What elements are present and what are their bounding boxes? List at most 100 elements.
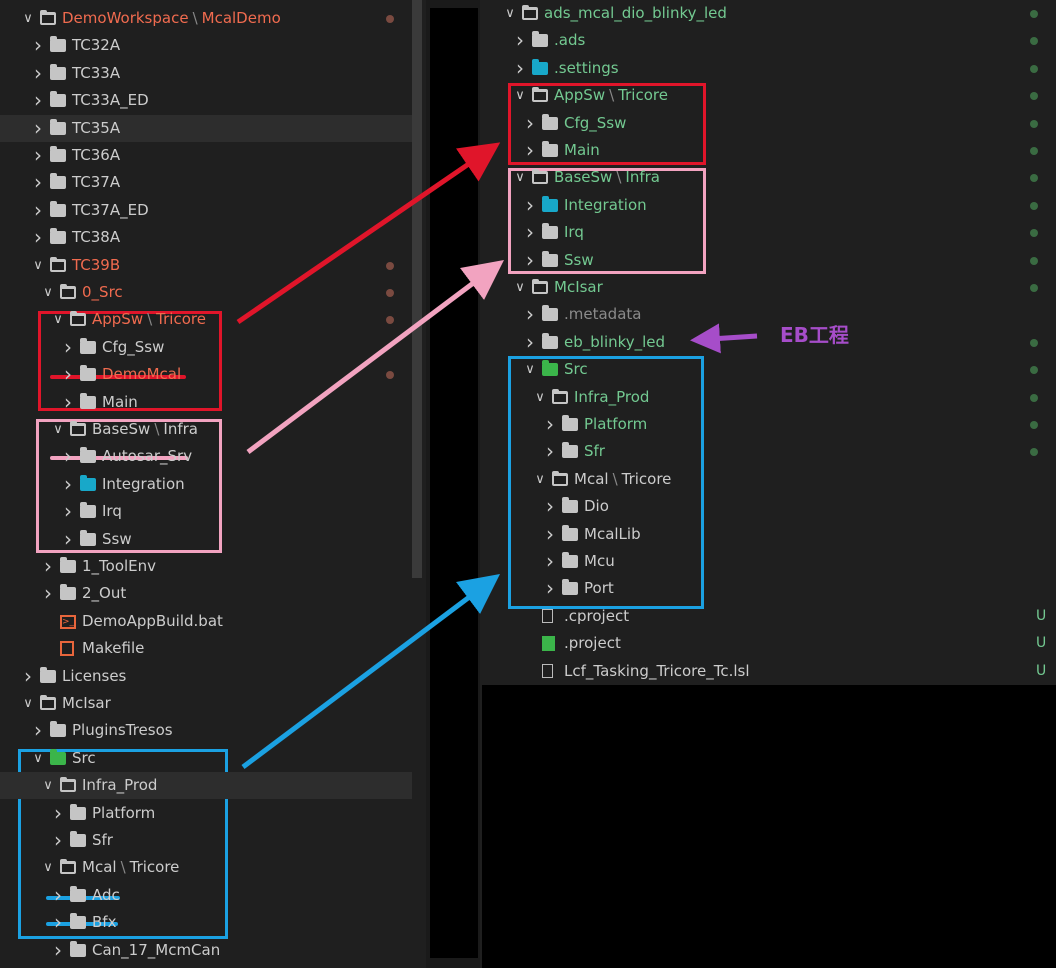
chevron-right-icon[interactable]: › [30,142,46,169]
left-tree-row[interactable]: › Platform [0,800,412,827]
chevron-down-icon[interactable]: ∨ [50,306,66,333]
chevron-right-icon[interactable]: › [40,553,56,580]
right-tree-row[interactable]: ∨ AppSw \ Tricore [482,82,1056,109]
chevron-down-icon[interactable]: ∨ [522,356,538,383]
chevron-right-icon[interactable]: › [30,717,46,744]
chevron-right-icon[interactable]: › [522,137,538,164]
left-tree-row[interactable]: › TC38A [0,224,412,251]
chevron-down-icon[interactable]: ∨ [20,5,36,32]
chevron-right-icon[interactable]: › [30,115,46,142]
right-tree-row[interactable]: .cproject U [482,603,1056,630]
left-tree-row[interactable]: › Irq [0,498,412,525]
left-tree-row[interactable]: ∨ Infra_Prod [0,772,412,800]
chevron-right-icon[interactable]: › [50,827,66,854]
chevron-right-icon[interactable]: › [542,575,558,602]
right-tree-row[interactable]: Lcf_Tasking_Tricore_Tc.lsl U [482,658,1056,685]
chevron-right-icon[interactable]: › [50,800,66,827]
right-tree-row[interactable]: › .ads [482,27,1056,54]
right-tree-row[interactable]: › .settings [482,55,1056,82]
left-tree-row[interactable]: ∨ DemoWorkspace \ McalDemo [0,5,412,32]
chevron-down-icon[interactable]: ∨ [512,82,528,109]
chevron-down-icon[interactable]: ∨ [532,466,548,493]
chevron-down-icon[interactable]: ∨ [512,164,528,191]
left-tree-row[interactable]: >_ DemoAppBuild.bat [0,608,412,635]
chevron-down-icon[interactable]: ∨ [512,274,528,301]
right-tree-row[interactable]: ∨ Src [482,356,1056,383]
right-tree-row[interactable]: ∨ BaseSw \ Infra [482,164,1056,191]
right-tree-row[interactable]: › Main [482,137,1056,164]
left-tree-row[interactable]: › Main [0,389,412,416]
left-tree-row[interactable]: › Can_17_McmCan [0,937,412,964]
chevron-right-icon[interactable]: › [522,301,538,328]
chevron-right-icon[interactable]: › [60,471,76,498]
chevron-right-icon[interactable]: › [60,389,76,416]
left-tree-row[interactable]: › TC37A [0,169,412,196]
chevron-down-icon[interactable]: ∨ [40,854,56,881]
right-tree-row[interactable]: › Sfr [482,438,1056,465]
left-tree-row[interactable]: ∨ 0_Src [0,279,412,306]
chevron-right-icon[interactable]: › [60,498,76,525]
chevron-right-icon[interactable]: › [512,27,528,54]
chevron-right-icon[interactable]: › [542,548,558,575]
chevron-right-icon[interactable]: › [20,663,36,690]
chevron-right-icon[interactable]: › [30,60,46,87]
left-tree-row[interactable]: › TC35A [0,114,412,142]
chevron-right-icon[interactable]: › [60,443,76,470]
chevron-right-icon[interactable]: › [30,87,46,114]
left-tree-row[interactable]: › Adc [0,882,412,909]
left-tree-row[interactable]: ∨ TC39B [0,252,412,279]
chevron-right-icon[interactable]: › [50,882,66,909]
left-tree-row[interactable]: › Bfx [0,909,412,936]
left-tree-row[interactable]: Makefile [0,635,412,662]
chevron-right-icon[interactable]: › [50,937,66,964]
chevron-right-icon[interactable]: › [60,361,76,388]
chevron-right-icon[interactable]: › [522,192,538,219]
chevron-right-icon[interactable]: › [60,334,76,361]
chevron-down-icon[interactable]: ∨ [532,384,548,411]
chevron-right-icon[interactable]: › [40,580,56,607]
right-tree-row[interactable]: › eb_blinky_led [482,329,1056,356]
chevron-right-icon[interactable]: › [542,493,558,520]
left-tree-row[interactable]: › Ssw [0,526,412,553]
left-tree-row[interactable]: › Cfg_Ssw [0,334,412,361]
right-tree-row[interactable]: › Port [482,575,1056,602]
right-tree-row[interactable]: › Dio [482,493,1056,520]
left-tree-row[interactable]: ∨ BaseSw \ Infra [0,416,412,443]
left-tree-row[interactable]: ∨ McIsar [0,690,412,717]
left-tree-row[interactable]: › PluginsTresos [0,717,412,744]
left-tree-row[interactable]: › TC36A [0,142,412,169]
left-tree-row[interactable]: › Licenses [0,663,412,690]
left-tree-row[interactable]: › 2_Out [0,580,412,607]
right-tree-row[interactable]: › Mcu [482,548,1056,575]
chevron-right-icon[interactable]: › [30,169,46,196]
left-tree-row[interactable]: › Sfr [0,827,412,854]
right-tree-row[interactable]: .project U [482,630,1056,657]
right-tree-row[interactable]: ∨ Mcal \ Tricore [482,466,1056,493]
chevron-down-icon[interactable]: ∨ [40,279,56,306]
left-tree-row[interactable]: › Autosar_Srv [0,443,412,470]
right-tree-row[interactable]: ∨ Infra_Prod [482,384,1056,411]
chevron-right-icon[interactable]: › [522,247,538,274]
chevron-right-icon[interactable]: › [542,411,558,438]
chevron-down-icon[interactable]: ∨ [30,745,46,772]
left-tree-row[interactable]: › Integration [0,471,412,498]
chevron-right-icon[interactable]: › [60,526,76,553]
chevron-right-icon[interactable]: › [30,197,46,224]
right-tree-row[interactable]: › Cfg_Ssw [482,110,1056,137]
right-tree-row[interactable]: ∨ ads_mcal_dio_blinky_led [482,0,1056,27]
right-tree-row[interactable]: ∨ McIsar [482,274,1056,301]
chevron-right-icon[interactable]: › [30,32,46,59]
left-tree-row[interactable]: › DemoMcal [0,361,412,388]
chevron-down-icon[interactable]: ∨ [30,252,46,279]
left-tree-row[interactable]: ∨ AppSw \ Tricore [0,306,412,333]
chevron-down-icon[interactable]: ∨ [40,772,56,799]
chevron-down-icon[interactable]: ∨ [20,690,36,717]
right-tree-row[interactable]: › McalLib [482,521,1056,548]
left-tree-row[interactable]: › TC33A_ED [0,87,412,114]
left-tree-row[interactable]: ∨ Mcal \ Tricore [0,854,412,881]
chevron-right-icon[interactable]: › [522,219,538,246]
chevron-right-icon[interactable]: › [50,909,66,936]
right-tree-row[interactable]: › Platform [482,411,1056,438]
left-tree-row[interactable]: › TC32A [0,32,412,59]
left-tree-row[interactable]: › 1_ToolEnv [0,553,412,580]
